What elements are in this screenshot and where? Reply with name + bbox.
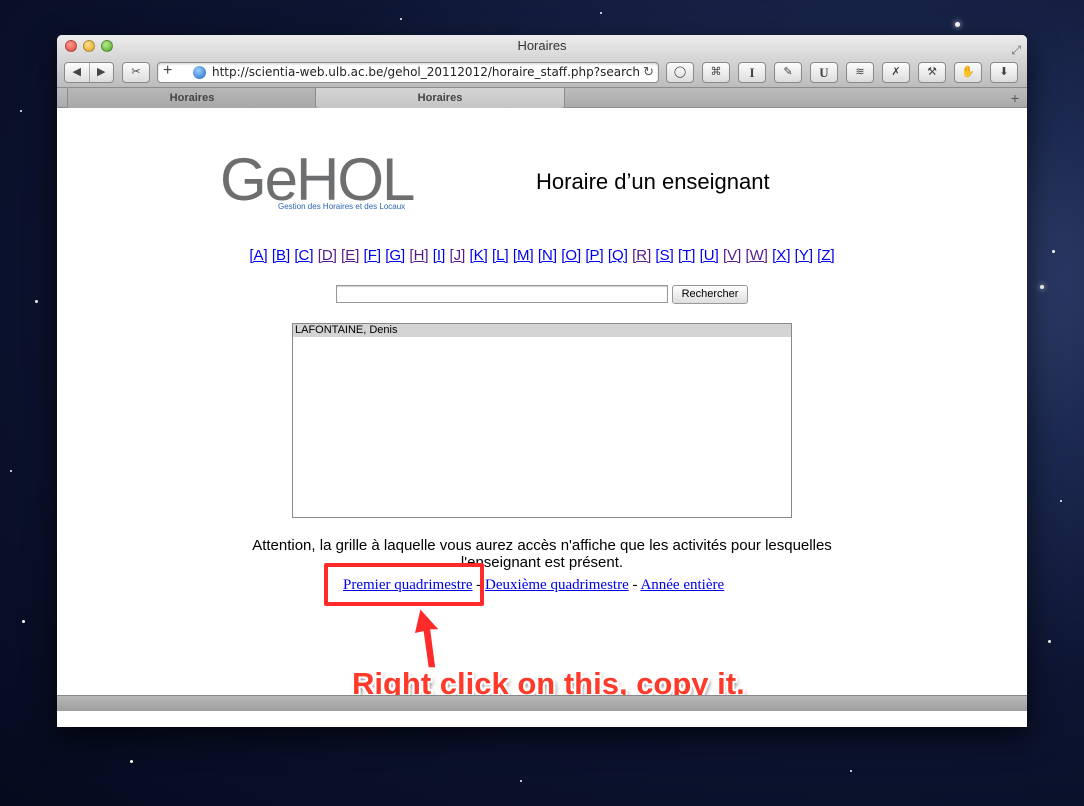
back-forward-buttons: ◀ ▶	[64, 62, 114, 83]
search-button[interactable]: Rechercher	[672, 285, 748, 304]
extension-button-8[interactable]: ⚒	[918, 62, 946, 83]
fullscreen-icon[interactable]: ⤢	[1011, 39, 1021, 61]
logo-subtitle: Gestion des Horaires et des Locaux	[278, 202, 406, 211]
letter-link[interactable]: [J]	[449, 247, 465, 264]
letter-link[interactable]: [C]	[294, 247, 313, 264]
letter-link[interactable]: [R]	[632, 247, 651, 264]
extension-button-3[interactable]: I	[738, 62, 766, 83]
reload-icon[interactable]: ↻	[643, 63, 654, 82]
letter-link[interactable]: [I]	[433, 247, 446, 264]
hand-icon: ✋	[961, 66, 975, 78]
gehol-logo: GeHOL Gestion des Horaires et des Locaux	[220, 150, 420, 218]
extension-button-6[interactable]: ≋	[846, 62, 874, 83]
alphabet-nav: [A] [B] [C] [D] [E] [F] [G] [H] [I] [J] …	[57, 247, 1027, 264]
italic-i-icon: I	[749, 65, 755, 80]
letter-link[interactable]: [P]	[585, 247, 603, 264]
letter-link[interactable]: [G]	[385, 247, 405, 264]
close-window-button[interactable]	[65, 40, 77, 52]
download-icon: ⬇	[999, 66, 1009, 78]
letter-link[interactable]: [E]	[341, 247, 359, 264]
extension-button-1[interactable]: ◯	[666, 62, 694, 83]
letter-link[interactable]: [S]	[655, 247, 673, 264]
back-arrow-icon[interactable]: ◀	[65, 63, 90, 82]
letter-link[interactable]: [D]	[318, 247, 337, 264]
tab-horaires-1[interactable]: Horaires	[67, 88, 317, 108]
browser-toolbar: ◀ ▶ ✂ + http://scientia-web.ulb.ac.be/ge…	[57, 59, 1027, 87]
extension-button-10[interactable]: ⬇	[990, 62, 1018, 83]
circle-icon: ◯	[673, 66, 687, 78]
page-content: GeHOL Gestion des Horaires et des Locaux…	[57, 108, 1027, 711]
page-title: Horaire d’un enseignant	[536, 169, 770, 194]
browser-window: Horaires ⤢ ◀ ▶ ✂ + http://scientia-web.u…	[57, 35, 1027, 727]
annotation-arrow-icon	[413, 608, 442, 668]
logo-word: GeHOL	[220, 146, 415, 213]
new-tab-icon[interactable]: +	[1011, 88, 1019, 108]
minimize-window-button[interactable]	[83, 40, 95, 52]
add-bookmark-icon[interactable]: +	[163, 62, 172, 80]
letter-link[interactable]: [U]	[700, 247, 719, 264]
rss-icon: ⌘	[710, 66, 722, 78]
letter-link[interactable]: [N]	[538, 247, 557, 264]
css-pen-icon: ✎	[783, 66, 793, 78]
letter-link[interactable]: [L]	[492, 247, 509, 264]
letter-link[interactable]: [M]	[513, 247, 534, 264]
status-bar	[57, 695, 1027, 711]
u-letter-icon: U	[819, 65, 829, 80]
deuxieme-quadrimestre-link[interactable]: Deuxième quadrimestre	[485, 577, 629, 593]
annee-entiere-link[interactable]: Année entière	[640, 577, 724, 593]
search-input[interactable]	[336, 285, 668, 303]
letter-link[interactable]: [Q]	[608, 247, 628, 264]
letter-link[interactable]: [F]	[364, 247, 382, 264]
letter-link[interactable]: [A]	[249, 247, 267, 264]
tab-horaires-2[interactable]: Horaires	[315, 88, 565, 108]
attention-notice: Attention, la grille à laquelle vous aur…	[252, 537, 832, 571]
letter-link[interactable]: [T]	[678, 247, 696, 264]
letter-link[interactable]: [O]	[561, 247, 581, 264]
extension-button-2[interactable]: ⌘	[702, 62, 730, 83]
teacher-listbox[interactable]: LAFONTAINE, Denis	[292, 323, 792, 518]
scissors-icon: ✂	[131, 66, 141, 78]
extension-button-5[interactable]: U	[810, 62, 838, 83]
letter-link[interactable]: [V]	[723, 247, 741, 264]
letter-link[interactable]: [Z]	[817, 247, 835, 264]
letter-link[interactable]: [K]	[469, 247, 487, 264]
letter-link[interactable]: [W]	[745, 247, 768, 264]
letter-link[interactable]: [Y]	[795, 247, 813, 264]
tab-bar: Horaires Horaires +	[57, 87, 1027, 108]
letter-link[interactable]: [X]	[772, 247, 790, 264]
address-bar[interactable]: http://scientia-web.ulb.ac.be/gehol_2011…	[157, 62, 659, 83]
title-bar: Horaires ⤢	[57, 35, 1027, 59]
letter-link[interactable]: [H]	[409, 247, 428, 264]
forward-arrow-icon[interactable]: ▶	[90, 63, 114, 82]
extension-button-7[interactable]: ✗	[882, 62, 910, 83]
extension-button-9[interactable]: ✋	[954, 62, 982, 83]
extension-button-4[interactable]: ✎	[774, 62, 802, 83]
list-item[interactable]: LAFONTAINE, Denis	[293, 324, 791, 337]
address-text: http://scientia-web.ulb.ac.be/gehol_2011…	[212, 65, 640, 79]
zoom-window-button[interactable]	[101, 40, 113, 52]
globe-icon	[193, 66, 206, 79]
wifi-icon: ≋	[855, 66, 865, 78]
letter-link[interactable]: [B]	[272, 247, 290, 264]
highlight-box	[324, 563, 484, 606]
window-title: Horaires	[517, 38, 567, 53]
link-separator: -	[632, 577, 638, 593]
hammer-icon: ⚒	[927, 66, 937, 78]
reader-scissors-button[interactable]: ✂	[122, 62, 150, 83]
cross-tool-icon: ✗	[891, 66, 901, 78]
